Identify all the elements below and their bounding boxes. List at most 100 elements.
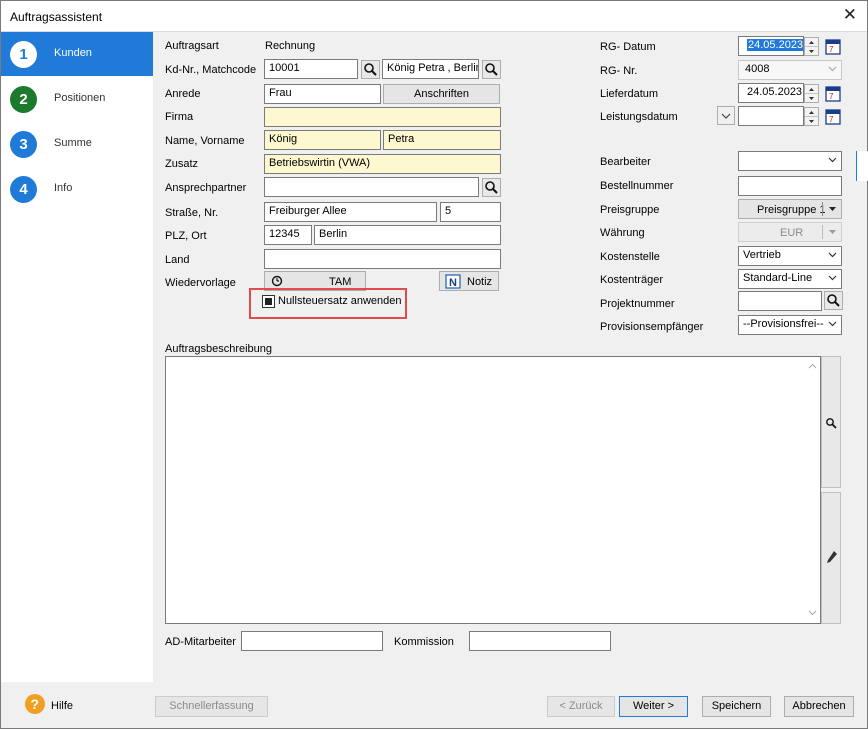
memo-search-button[interactable] (821, 356, 841, 488)
search-icon (826, 418, 837, 429)
hausnummer-input[interactable]: 5 (440, 202, 501, 222)
next-button[interactable]: Weiter > (619, 696, 688, 717)
spin-up[interactable] (805, 85, 818, 94)
step-label-summe: Summe (54, 137, 92, 149)
search-icon (364, 63, 377, 76)
bestellnummer-input[interactable] (738, 176, 842, 196)
svg-text:7: 7 (829, 115, 834, 124)
svg-text:7: 7 (829, 45, 834, 54)
rgnr-combo[interactable]: 4008 (738, 60, 842, 80)
anrede-input[interactable]: Frau (264, 84, 381, 104)
ansprechpartner-search-button[interactable] (482, 178, 501, 197)
land-input[interactable] (264, 249, 501, 269)
rgdatum-spinner[interactable] (804, 37, 819, 56)
calendar-icon[interactable]: 7 (825, 108, 841, 125)
anrede-label: Anrede (165, 88, 201, 100)
projektnummer-search-button[interactable] (824, 291, 843, 310)
save-button[interactable]: Speichern (702, 696, 771, 717)
preisgruppe-dropdown[interactable]: Preisgruppe 1 (738, 199, 842, 219)
step-info[interactable]: 4 Info (1, 167, 153, 211)
memo-scrollbar[interactable] (805, 357, 820, 623)
window-title: Auftragsassistent (10, 10, 103, 24)
chevron-down-icon (828, 275, 837, 281)
preisgruppe-label: Preisgruppe (600, 204, 660, 216)
waehrung-dropdown[interactable]: EUR (738, 222, 842, 242)
spin-up[interactable] (805, 38, 818, 47)
kostenstelle-select[interactable]: Vertrieb (738, 246, 842, 266)
lieferdatum-spinner[interactable] (804, 84, 819, 103)
pencil-icon (827, 551, 837, 563)
memo-edit-button[interactable] (821, 492, 841, 624)
help-icon[interactable]: ? (24, 693, 46, 715)
background-window-edge (856, 151, 868, 181)
notiz-button[interactable]: N Notiz (439, 271, 499, 291)
leistungsdatum-label: Leistungsdatum (600, 111, 678, 123)
chevron-down-icon (828, 157, 837, 163)
vorname-input[interactable]: Petra (383, 130, 501, 150)
nullsteuer-label[interactable]: Nullsteuersatz anwenden (278, 295, 402, 307)
ad-mitarbeiter-label: AD-Mitarbeiter (165, 636, 236, 648)
chevron-down-icon (721, 113, 731, 119)
spin-down[interactable] (805, 47, 818, 56)
plz-input[interactable]: 12345 (264, 225, 312, 245)
strasse-label: Straße, Nr. (165, 207, 219, 219)
svg-text:7: 7 (829, 92, 834, 101)
lieferdatum-input[interactable]: 24.05.2023 (738, 83, 804, 103)
scroll-down-icon[interactable] (808, 610, 817, 616)
kdnr-search-button[interactable] (361, 60, 380, 79)
name-input[interactable]: König (264, 130, 381, 150)
kostenstelle-value: Vertrieb (743, 249, 781, 261)
kostentraeger-label: Kostenträger (600, 274, 663, 286)
leistungsdatum-spinner[interactable] (804, 107, 819, 126)
kdnr-label: Kd-Nr., Matchcode (165, 64, 257, 76)
auftragsbeschreibung-textarea[interactable] (165, 356, 821, 624)
auftragsart-value: Rechnung (265, 40, 316, 52)
arrow-up-icon (809, 88, 814, 91)
ansprechpartner-input[interactable] (264, 177, 479, 197)
leistungsdatum-dropdown[interactable] (717, 106, 735, 125)
strasse-input[interactable]: Freiburger Allee (264, 202, 437, 222)
rgdatum-label: RG- Datum (600, 41, 656, 53)
bearbeiter-select[interactable] (738, 151, 842, 171)
checkbox-fill (265, 298, 272, 305)
spin-down[interactable] (805, 94, 818, 103)
step-positionen[interactable]: 2 Positionen (1, 77, 153, 121)
spin-up[interactable] (805, 108, 818, 117)
matchcode-search-button[interactable] (482, 60, 501, 79)
bestellnummer-label: Bestellnummer (600, 180, 674, 192)
step-kunden[interactable]: 1 Kunden (1, 32, 153, 76)
zusatz-input[interactable]: Betriebswirtin (VWA) (264, 154, 501, 174)
calendar-icon[interactable]: 7 (825, 38, 841, 55)
anschriften-button[interactable]: Anschriften (383, 84, 500, 104)
note-icon: N (445, 274, 461, 289)
projektnummer-label: Projektnummer (600, 298, 675, 310)
provisionsempfaenger-select[interactable]: --Provisionsfrei-- (738, 315, 842, 335)
cancel-button[interactable]: Abbrechen (784, 696, 854, 717)
kommission-input[interactable] (469, 631, 611, 651)
step-label-positionen: Positionen (54, 92, 106, 104)
projektnummer-input[interactable] (738, 291, 822, 311)
arrow-down-icon (809, 97, 814, 100)
step-number-2: 2 (10, 86, 37, 113)
close-icon[interactable]: ✕ (843, 5, 857, 25)
auftragsbeschreibung-label: Auftragsbeschreibung (165, 343, 273, 355)
calendar-icon[interactable]: 7 (825, 85, 841, 102)
arrow-down-icon (809, 50, 814, 53)
leistungsdatum-input[interactable] (738, 106, 804, 126)
rgdatum-input[interactable]: 24.05.2023 (738, 36, 804, 56)
firma-input[interactable] (264, 107, 501, 127)
ort-input[interactable]: Berlin (314, 225, 501, 245)
kdnr-input[interactable]: 10001 (264, 59, 358, 79)
ad-mitarbeiter-input[interactable] (241, 631, 383, 651)
ansprechpartner-label: Ansprechpartner (165, 182, 247, 194)
scroll-up-icon[interactable] (808, 363, 817, 369)
nullsteuer-checkbox[interactable] (262, 295, 275, 308)
schnellerfassung-button[interactable]: Schnellerfassung (155, 696, 268, 717)
rgdatum-selected-text: 24.05.2023 (747, 39, 804, 51)
matchcode-input[interactable]: König Petra , Berlin (382, 59, 479, 79)
step-summe[interactable]: 3 Summe (1, 122, 153, 166)
back-button[interactable]: < Zurück (547, 696, 615, 717)
spin-down[interactable] (805, 117, 818, 126)
hilfe-label[interactable]: Hilfe (51, 700, 73, 712)
kostentraeger-select[interactable]: Standard-Line (738, 269, 842, 289)
